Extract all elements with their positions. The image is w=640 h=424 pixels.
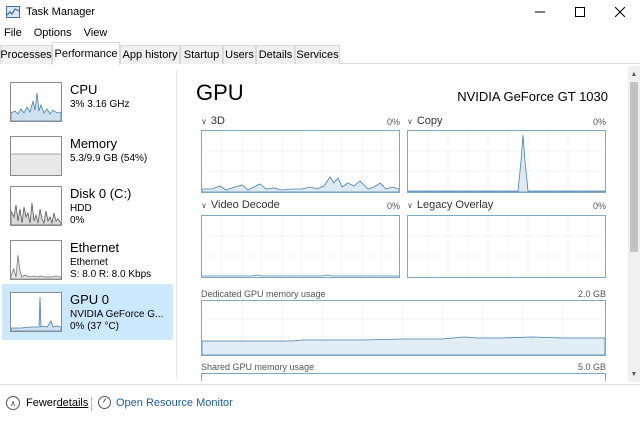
- menu-bar: File Options View: [0, 24, 640, 42]
- fewer-details-text: Fewer: [26, 397, 57, 409]
- graph-selector-3d[interactable]: ∨ 3D: [201, 115, 225, 127]
- sidebar-detail-disk-usage: 0%: [70, 215, 85, 226]
- footer-bar: ∧ Fewer details Open Resource Monitor: [0, 384, 640, 424]
- gpu-thumbnail-graph: [10, 292, 62, 332]
- fewer-details-link-text: details: [56, 397, 89, 409]
- resource-monitor-icon: [98, 396, 111, 409]
- title-bar: Task Manager: [0, 0, 640, 24]
- tab-bar: Processes Performance App history Startu…: [0, 42, 640, 65]
- sidebar-title-disk: Disk 0 (C:): [70, 186, 132, 201]
- graph-dedicated-memory: [201, 300, 606, 356]
- chevron-down-icon: ∨: [407, 200, 413, 210]
- graph-label-legacy-overlay: Legacy Overlay: [416, 199, 494, 211]
- graph-legacy-overlay: [407, 215, 606, 278]
- graph-label-copy: Copy: [416, 115, 443, 127]
- sidebar-item-ethernet[interactable]: Ethernet Ethernet S: 8.0 R: 8.0 Kbps: [2, 232, 173, 286]
- sidebar-detail-ethernet-name: Ethernet: [70, 257, 108, 268]
- graph-percent-video-decode: 0%: [386, 201, 400, 211]
- graph-percent-copy: 0%: [592, 117, 606, 127]
- graph-video-decode: [201, 215, 400, 278]
- tab-users[interactable]: Users: [223, 45, 256, 64]
- gpu-model-name: NVIDIA GeForce GT 1030: [457, 89, 608, 104]
- window-title: Task Manager: [26, 6, 96, 18]
- sidebar-divider: [176, 70, 177, 380]
- dedicated-memory-label: Dedicated GPU memory usage: [201, 289, 326, 299]
- sidebar-detail-disk-type: HDD: [70, 203, 92, 214]
- chevron-down-icon: ∨: [407, 116, 413, 126]
- sidebar-detail-ethernet-rate: S: 8.0 R: 8.0 Kbps: [70, 269, 152, 280]
- sidebar-title-cpu: CPU: [70, 82, 98, 97]
- tab-processes[interactable]: Processes: [0, 45, 52, 64]
- page-title: GPU: [196, 80, 244, 105]
- disk-thumbnail-graph: [10, 186, 62, 226]
- tab-startup[interactable]: Startup: [180, 45, 223, 64]
- sidebar-detail-gpu-name: NVIDIA GeForce G...: [70, 309, 164, 320]
- menu-options[interactable]: Options: [34, 27, 78, 39]
- scroll-down-icon[interactable]: ▼: [628, 368, 640, 380]
- minimize-button[interactable]: [520, 0, 560, 24]
- memory-thumbnail-graph: [10, 136, 62, 176]
- dedicated-memory-value: 2.0 GB: [577, 289, 606, 299]
- graph-percent-3d: 0%: [386, 117, 400, 127]
- tab-performance[interactable]: Performance: [52, 42, 120, 65]
- window-controls: [520, 0, 640, 24]
- menu-file[interactable]: File: [4, 27, 28, 39]
- fewer-details-button[interactable]: ∧ Fewer details: [6, 396, 88, 410]
- vertical-scrollbar[interactable]: ▲ ▼: [628, 66, 640, 382]
- sidebar-item-gpu[interactable]: GPU 0 NVIDIA GeForce G... 0% (37 °C): [2, 284, 173, 340]
- scroll-up-icon[interactable]: ▲: [628, 68, 640, 80]
- sidebar-item-disk[interactable]: Disk 0 (C:) HDD 0%: [2, 178, 173, 232]
- footer-separator: [91, 397, 92, 411]
- shared-memory-value: 5.0 GB: [577, 362, 606, 372]
- graph-selector-copy[interactable]: ∨ Copy: [407, 115, 443, 127]
- tab-services[interactable]: Services: [295, 45, 340, 64]
- sidebar-detail-gpu-usage: 0% (37 °C): [70, 321, 120, 332]
- maximize-button[interactable]: [560, 0, 600, 24]
- tab-app-history[interactable]: App history: [120, 45, 180, 64]
- sidebar-detail-cpu: 3% 3.16 GHz: [70, 99, 130, 110]
- scroll-thumb[interactable]: [630, 82, 638, 252]
- open-resource-monitor-text: Open Resource Monitor: [116, 396, 233, 409]
- graph-3d: [201, 130, 400, 193]
- chevron-down-icon: ∨: [201, 116, 207, 126]
- ethernet-thumbnail-graph: [10, 240, 62, 280]
- cpu-thumbnail-graph: [10, 82, 62, 122]
- sidebar-detail-memory: 5.3/9.9 GB (54%): [70, 153, 148, 164]
- sidebar-item-cpu[interactable]: CPU 3% 3.16 GHz: [2, 74, 173, 128]
- tab-details[interactable]: Details: [256, 45, 295, 64]
- menu-view[interactable]: View: [84, 27, 114, 39]
- sidebar-item-memory[interactable]: Memory 5.3/9.9 GB (54%): [2, 128, 173, 182]
- performance-sidebar: CPU 3% 3.16 GHz Memory 5.3/9.9 GB (54%) …: [0, 70, 176, 380]
- chevron-up-icon: ∧: [6, 396, 20, 410]
- chevron-down-icon: ∨: [201, 200, 207, 210]
- graph-selector-video-decode[interactable]: ∨ Video Decode: [201, 199, 280, 211]
- open-resource-monitor-link[interactable]: Open Resource Monitor: [98, 396, 233, 409]
- graph-copy: [407, 130, 606, 193]
- graph-selector-legacy-overlay[interactable]: ∨ Legacy Overlay: [407, 199, 493, 211]
- minimize-icon: [535, 11, 545, 13]
- graph-label-3d: 3D: [210, 115, 225, 127]
- maximize-icon: [575, 7, 585, 17]
- graph-label-video-decode: Video Decode: [210, 199, 280, 211]
- shared-memory-label: Shared GPU memory usage: [201, 362, 315, 372]
- close-button[interactable]: [600, 0, 640, 24]
- sidebar-title-memory: Memory: [70, 136, 117, 151]
- close-icon: [615, 7, 625, 17]
- sidebar-title-gpu: GPU 0: [70, 292, 110, 307]
- sidebar-title-ethernet: Ethernet: [70, 240, 120, 255]
- task-manager-icon: [6, 6, 20, 18]
- graph-shared-memory: [201, 373, 606, 381]
- graph-percent-legacy-overlay: 0%: [592, 201, 606, 211]
